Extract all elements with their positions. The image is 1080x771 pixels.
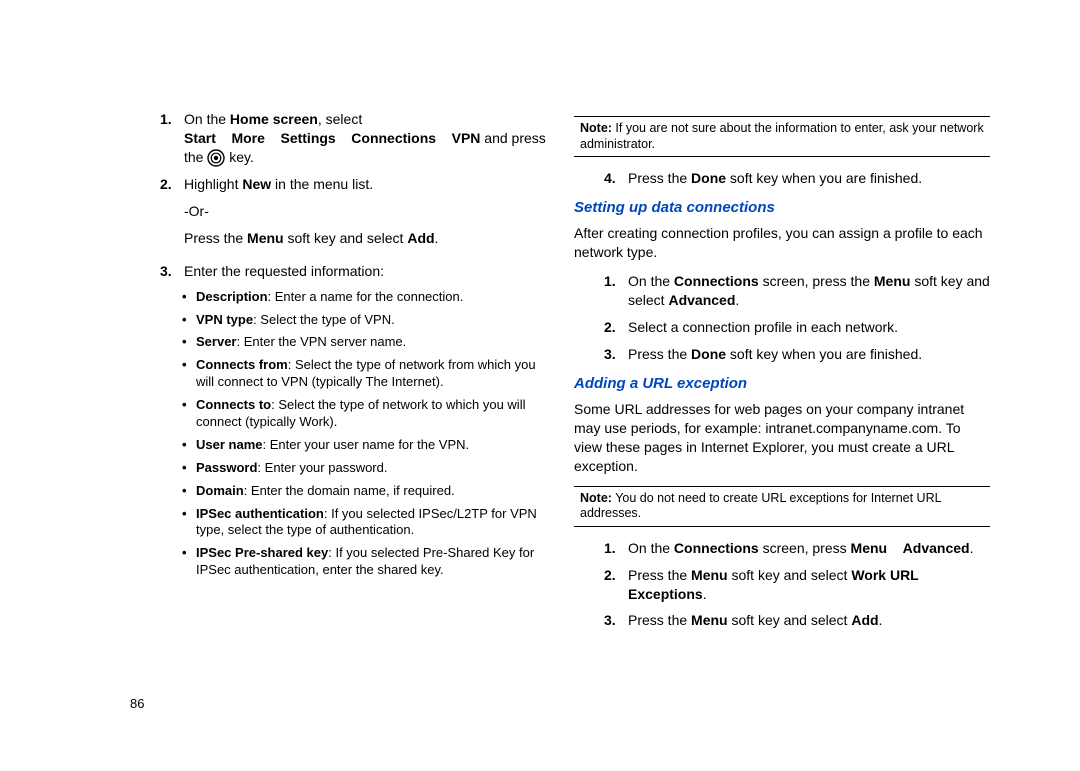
dc-step-1: 1. On the Connections screen, press the … (604, 272, 990, 310)
bullet-description: •Description: Enter a name for the conne… (182, 289, 546, 306)
url-step-2: 2. Press the Menu soft key and select Wo… (604, 566, 990, 604)
heading-url-exception: Adding a URL exception (574, 374, 990, 394)
bullet-server: •Server: Enter the VPN server name. (182, 334, 546, 351)
dc-step-3: 3. Press the Done soft key when you are … (604, 345, 990, 364)
para-data-connections: After creating connection profiles, you … (574, 224, 990, 262)
bullet-user-name: •User name: Enter your user name for the… (182, 437, 546, 454)
page-number: 86 (130, 695, 144, 713)
note-box-1: Note: If you are not sure about the info… (574, 116, 990, 157)
dc-step-2: 2. Select a connection profile in each n… (604, 318, 990, 337)
or-text: -Or- (184, 202, 546, 221)
step-3: 3. Enter the requested information: (160, 262, 546, 281)
right-column: Note: If you are not sure about the info… (574, 110, 990, 638)
left-column: 1. On the Home screen, select Start More… (130, 110, 546, 638)
step-2: 2. Highlight New in the menu list. -Or- … (160, 175, 546, 254)
note-box-2: Note: You do not need to create URL exce… (574, 486, 990, 527)
bullet-domain: •Domain: Enter the domain name, if requi… (182, 483, 546, 500)
bullet-ipsec-auth: •IPSec authentication: If you selected I… (182, 506, 546, 540)
url-step-1: 1. On the Connections screen, press Menu… (604, 539, 990, 558)
bullet-ipsec-psk: •IPSec Pre-shared key: If you selected P… (182, 545, 546, 579)
bullet-connects-from: •Connects from: Select the type of netwo… (182, 357, 546, 391)
bullet-vpn-type: •VPN type: Select the type of VPN. (182, 312, 546, 329)
para-url-exception: Some URL addresses for web pages on your… (574, 400, 990, 476)
heading-data-connections: Setting up data connections (574, 198, 990, 218)
bullet-list: •Description: Enter a name for the conne… (182, 289, 546, 579)
step-1: 1. On the Home screen, select Start More… (160, 110, 546, 167)
url-step-3: 3. Press the Menu soft key and select Ad… (604, 611, 990, 630)
step-4: 4. Press the Done soft key when you are … (604, 169, 990, 188)
bullet-connects-to: •Connects to: Select the type of network… (182, 397, 546, 431)
bullet-password: •Password: Enter your password. (182, 460, 546, 477)
ok-key-icon (207, 149, 225, 167)
